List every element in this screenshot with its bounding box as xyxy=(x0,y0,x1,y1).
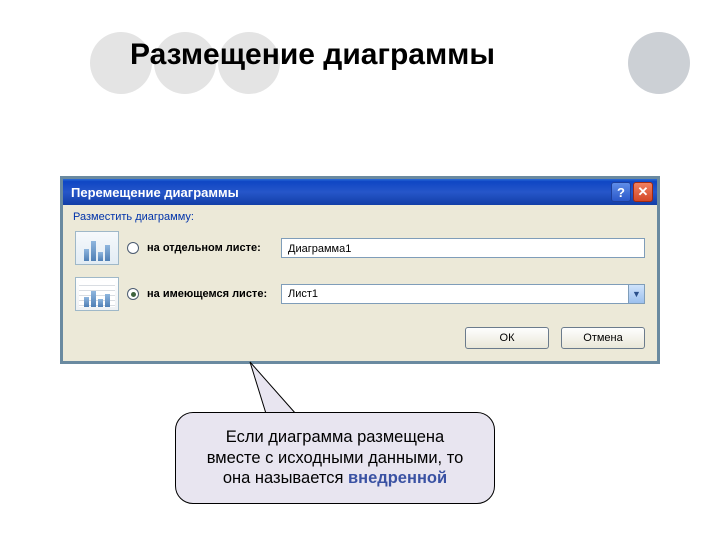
option-existing-label: на имеющемся листе: xyxy=(147,288,273,300)
chart-sheet-icon xyxy=(75,231,119,265)
dialog-title: Перемещение диаграммы xyxy=(71,185,239,200)
dialog-titlebar[interactable]: Перемещение диаграммы ? ✕ xyxy=(63,179,657,205)
decorative-circle xyxy=(628,32,690,94)
separate-sheet-name-input[interactable]: Диаграмма1 xyxy=(281,238,645,258)
group-label: Разместить диаграмму: xyxy=(63,205,657,225)
option-separate-label: на отдельном листе: xyxy=(147,242,273,254)
move-chart-dialog: Перемещение диаграммы ? ✕ Разместить диа… xyxy=(60,176,660,364)
callout-emphasis: внедренной xyxy=(348,469,447,487)
worksheet-icon xyxy=(75,277,119,311)
existing-sheet-combo[interactable]: Лист1 ▼ xyxy=(281,284,645,304)
callout: Если диаграмма размещена вместе с исходн… xyxy=(175,412,495,504)
dialog-button-row: ОК Отмена xyxy=(63,317,657,361)
cancel-button[interactable]: Отмена xyxy=(561,327,645,349)
radio-separate[interactable] xyxy=(127,242,139,254)
radio-existing[interactable] xyxy=(127,288,139,300)
combo-value: Лист1 xyxy=(282,288,628,300)
slide-title: Размещение диаграммы xyxy=(130,38,495,72)
callout-line: вместе с исходными данными, то xyxy=(194,448,476,469)
close-button[interactable]: ✕ xyxy=(633,182,653,202)
chevron-down-icon: ▼ xyxy=(628,285,644,303)
callout-line: Если диаграмма размещена xyxy=(194,427,476,448)
help-button[interactable]: ? xyxy=(611,182,631,202)
option-existing-row: на имеющемся листе: Лист1 ▼ xyxy=(63,271,657,317)
ok-button[interactable]: ОК xyxy=(465,327,549,349)
option-separate-row: на отдельном листе: Диаграмма1 xyxy=(63,225,657,271)
callout-line: она называется внедренной xyxy=(194,468,476,489)
